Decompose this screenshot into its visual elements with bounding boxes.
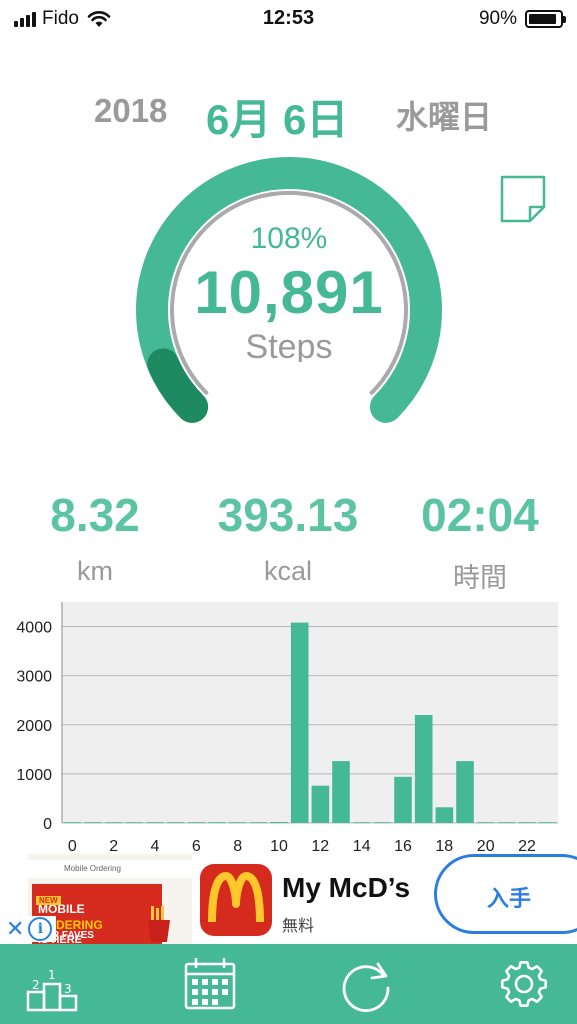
status-right: 90% — [478, 8, 566, 30]
chart-plot-area — [62, 602, 558, 823]
chart-x-tick-label: 18 — [435, 838, 453, 855]
chart-x-tick-label: 16 — [394, 838, 412, 855]
svg-text:1: 1 — [48, 968, 56, 982]
date-year: 2018 — [94, 92, 168, 129]
chart-bar — [414, 715, 433, 823]
chart-bar — [125, 822, 144, 823]
chart-bar — [332, 761, 350, 823]
chart-bar — [373, 822, 392, 823]
goal-percent: 108% — [250, 222, 328, 255]
stat-distance: 8.32 km — [5, 488, 185, 587]
distance-unit: km — [77, 556, 113, 586]
chart-y-tick-label: 0 — [43, 816, 52, 833]
battery-level — [529, 14, 556, 24]
step-gauge: 108% 10,891 Steps — [130, 150, 448, 450]
ad-price: 無料 — [282, 918, 315, 935]
chart-y-tick-label: 3000 — [16, 669, 52, 686]
chart-bar — [476, 822, 495, 823]
refresh-icon[interactable] — [336, 954, 396, 1014]
chart-bar — [228, 822, 247, 823]
chart-bar — [84, 822, 102, 823]
date-weekday: 水曜日 — [396, 99, 493, 135]
memo-icon[interactable] — [500, 175, 546, 223]
duration-value: 02:04 — [421, 489, 539, 541]
podium-icon[interactable]: 213 — [22, 954, 82, 1014]
mcdonalds-logo-icon[interactable] — [200, 864, 272, 936]
chart-x-tick-label: 0 — [68, 838, 77, 855]
chart-bar — [435, 807, 454, 823]
ad-get-label: 入手 — [487, 886, 532, 911]
chart-bar — [104, 822, 123, 823]
chart-y-tick-label: 1000 — [16, 767, 52, 784]
calories-value: 393.13 — [217, 489, 359, 541]
chart-bar — [249, 822, 268, 823]
chart-bar — [352, 822, 371, 823]
ad-close-icon[interactable]: ✕ — [6, 916, 24, 942]
chart-x-tick-label: 8 — [233, 838, 242, 855]
step-count: 10,891 — [194, 259, 384, 326]
status-bar: Fido 12:53 90% — [0, 0, 577, 38]
chart-bar — [311, 785, 330, 823]
svg-text:3: 3 — [64, 982, 72, 996]
chart-x-tick-label: 6 — [192, 838, 201, 855]
chart-bar — [166, 822, 185, 823]
daily-stats: 8.32 km 393.13 kcal 02:04 時間 — [0, 488, 577, 593]
svg-text:2: 2 — [32, 978, 40, 992]
chart-bar — [456, 761, 474, 823]
chart-x-tick-label: 22 — [518, 838, 536, 855]
ad-image-header: Mobile Ordering — [28, 860, 192, 878]
chart-bar — [63, 822, 82, 823]
fries-icon — [148, 906, 170, 942]
chart-y-tick-label: 2000 — [16, 718, 52, 735]
calories-unit: kcal — [263, 556, 312, 586]
chart-x-tick-label: 2 — [109, 838, 118, 855]
ad-app-name[interactable]: My McD’s — [282, 872, 410, 904]
chart-bar — [538, 822, 557, 823]
step-unit: Steps — [245, 328, 333, 362]
stat-calories: 393.13 kcal — [198, 488, 378, 587]
gear-icon[interactable] — [494, 954, 554, 1014]
ad-info-icon[interactable]: i — [28, 917, 53, 941]
chart-x-tick-label: 4 — [151, 838, 160, 855]
battery-icon — [525, 10, 566, 28]
date-header: 2018 6月 6日 水曜日 — [0, 84, 577, 143]
chart-bar — [270, 822, 288, 823]
chart-bar — [290, 622, 309, 823]
chart-x-tick-label: 14 — [353, 838, 371, 855]
ad-choices[interactable]: ✕ i — [2, 916, 56, 942]
chart-x-tick-label: 20 — [477, 838, 495, 855]
chart-bar — [518, 822, 536, 823]
ad-new-badge: NEW — [36, 896, 61, 905]
date-month-day[interactable]: 6月 6日 — [206, 86, 348, 147]
ad-get-button[interactable]: 入手 — [434, 854, 577, 934]
chart-x-tick-label: 12 — [311, 838, 329, 855]
chart-bar — [187, 822, 206, 823]
chart-y-tick-label: 4000 — [16, 620, 52, 637]
ad-banner[interactable]: Mobile Ordering MOBILE ORDERING IS HERE … — [0, 854, 577, 944]
hourly-steps-chart: 0 1000 2000 3000 4000 0 2 4 6 8 10 12 14 16 18 20 22 — [16, 602, 558, 855]
distance-value: 8.32 — [50, 489, 140, 541]
chart-bar — [146, 822, 164, 823]
stat-duration: 02:04 時間 — [390, 488, 570, 595]
duration-unit: 時間 — [453, 563, 507, 593]
chart-bar — [394, 776, 412, 823]
battery-percent: 90% — [478, 8, 517, 29]
calendar-icon[interactable] — [180, 954, 240, 1014]
tab-bar: 213 — [0, 944, 577, 1024]
chart-x-tick-label: 10 — [270, 838, 288, 855]
chart-bar — [208, 822, 226, 823]
chart-bar — [497, 822, 516, 823]
